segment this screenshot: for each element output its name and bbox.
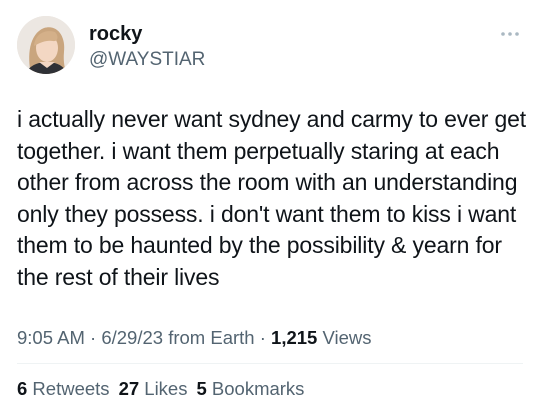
meta-separator: ·	[254, 327, 272, 348]
likes-label: Likes	[139, 378, 188, 399]
profile-photo	[17, 16, 75, 74]
display-name[interactable]: rocky	[89, 22, 205, 46]
tweet-meta: 9:05 AM · 6/29/23 from Earth · 1,215 Vie…	[17, 326, 371, 350]
tweet-line: only they possess. i don't want them to …	[17, 200, 517, 227]
engagement-stats: 6 Retweets 27 Likes 5 Bookmarks	[17, 377, 313, 401]
tweet-card: rocky @WAYSTIAR i actually never want sy…	[0, 0, 540, 405]
timestamp-time[interactable]: 9:05 AM	[17, 327, 85, 348]
likes-count: 27	[118, 378, 140, 399]
likes-stat[interactable]: 27 Likes	[119, 378, 188, 399]
retweets-stat[interactable]: 6 Retweets	[17, 378, 110, 399]
bookmarks-count: 5	[196, 378, 207, 399]
views-count: 1,215	[271, 327, 318, 348]
meta-separator: ·	[84, 327, 102, 348]
user-info: rocky @WAYSTIAR	[89, 22, 205, 72]
user-handle[interactable]: @WAYSTIAR	[89, 48, 205, 72]
retweets-label: Retweets	[27, 378, 110, 399]
tweet-line: them to be haunted by the possibility & …	[17, 232, 502, 258]
location-text: from Earth	[163, 327, 255, 348]
tweet-line: i actually never want sydney and carmy t…	[17, 106, 526, 132]
views-label: Views	[317, 327, 372, 348]
bookmarks-label: Bookmarks	[206, 378, 305, 399]
bookmarks-stat[interactable]: 5 Bookmarks	[196, 378, 304, 399]
avatar[interactable]	[17, 16, 75, 74]
timestamp-date[interactable]: 6/29/23	[101, 327, 163, 348]
retweets-count: 6	[17, 378, 28, 399]
tweet-text: i actually never want sydney and carmy t…	[17, 104, 529, 293]
tweet-line: the rest of their lives	[17, 263, 220, 290]
divider	[17, 363, 523, 364]
tweet-line: other from across the room with an under…	[17, 169, 518, 195]
tweet-line: together. i want them perpetually starin…	[17, 137, 500, 164]
more-horizontal-icon[interactable]	[498, 26, 522, 42]
